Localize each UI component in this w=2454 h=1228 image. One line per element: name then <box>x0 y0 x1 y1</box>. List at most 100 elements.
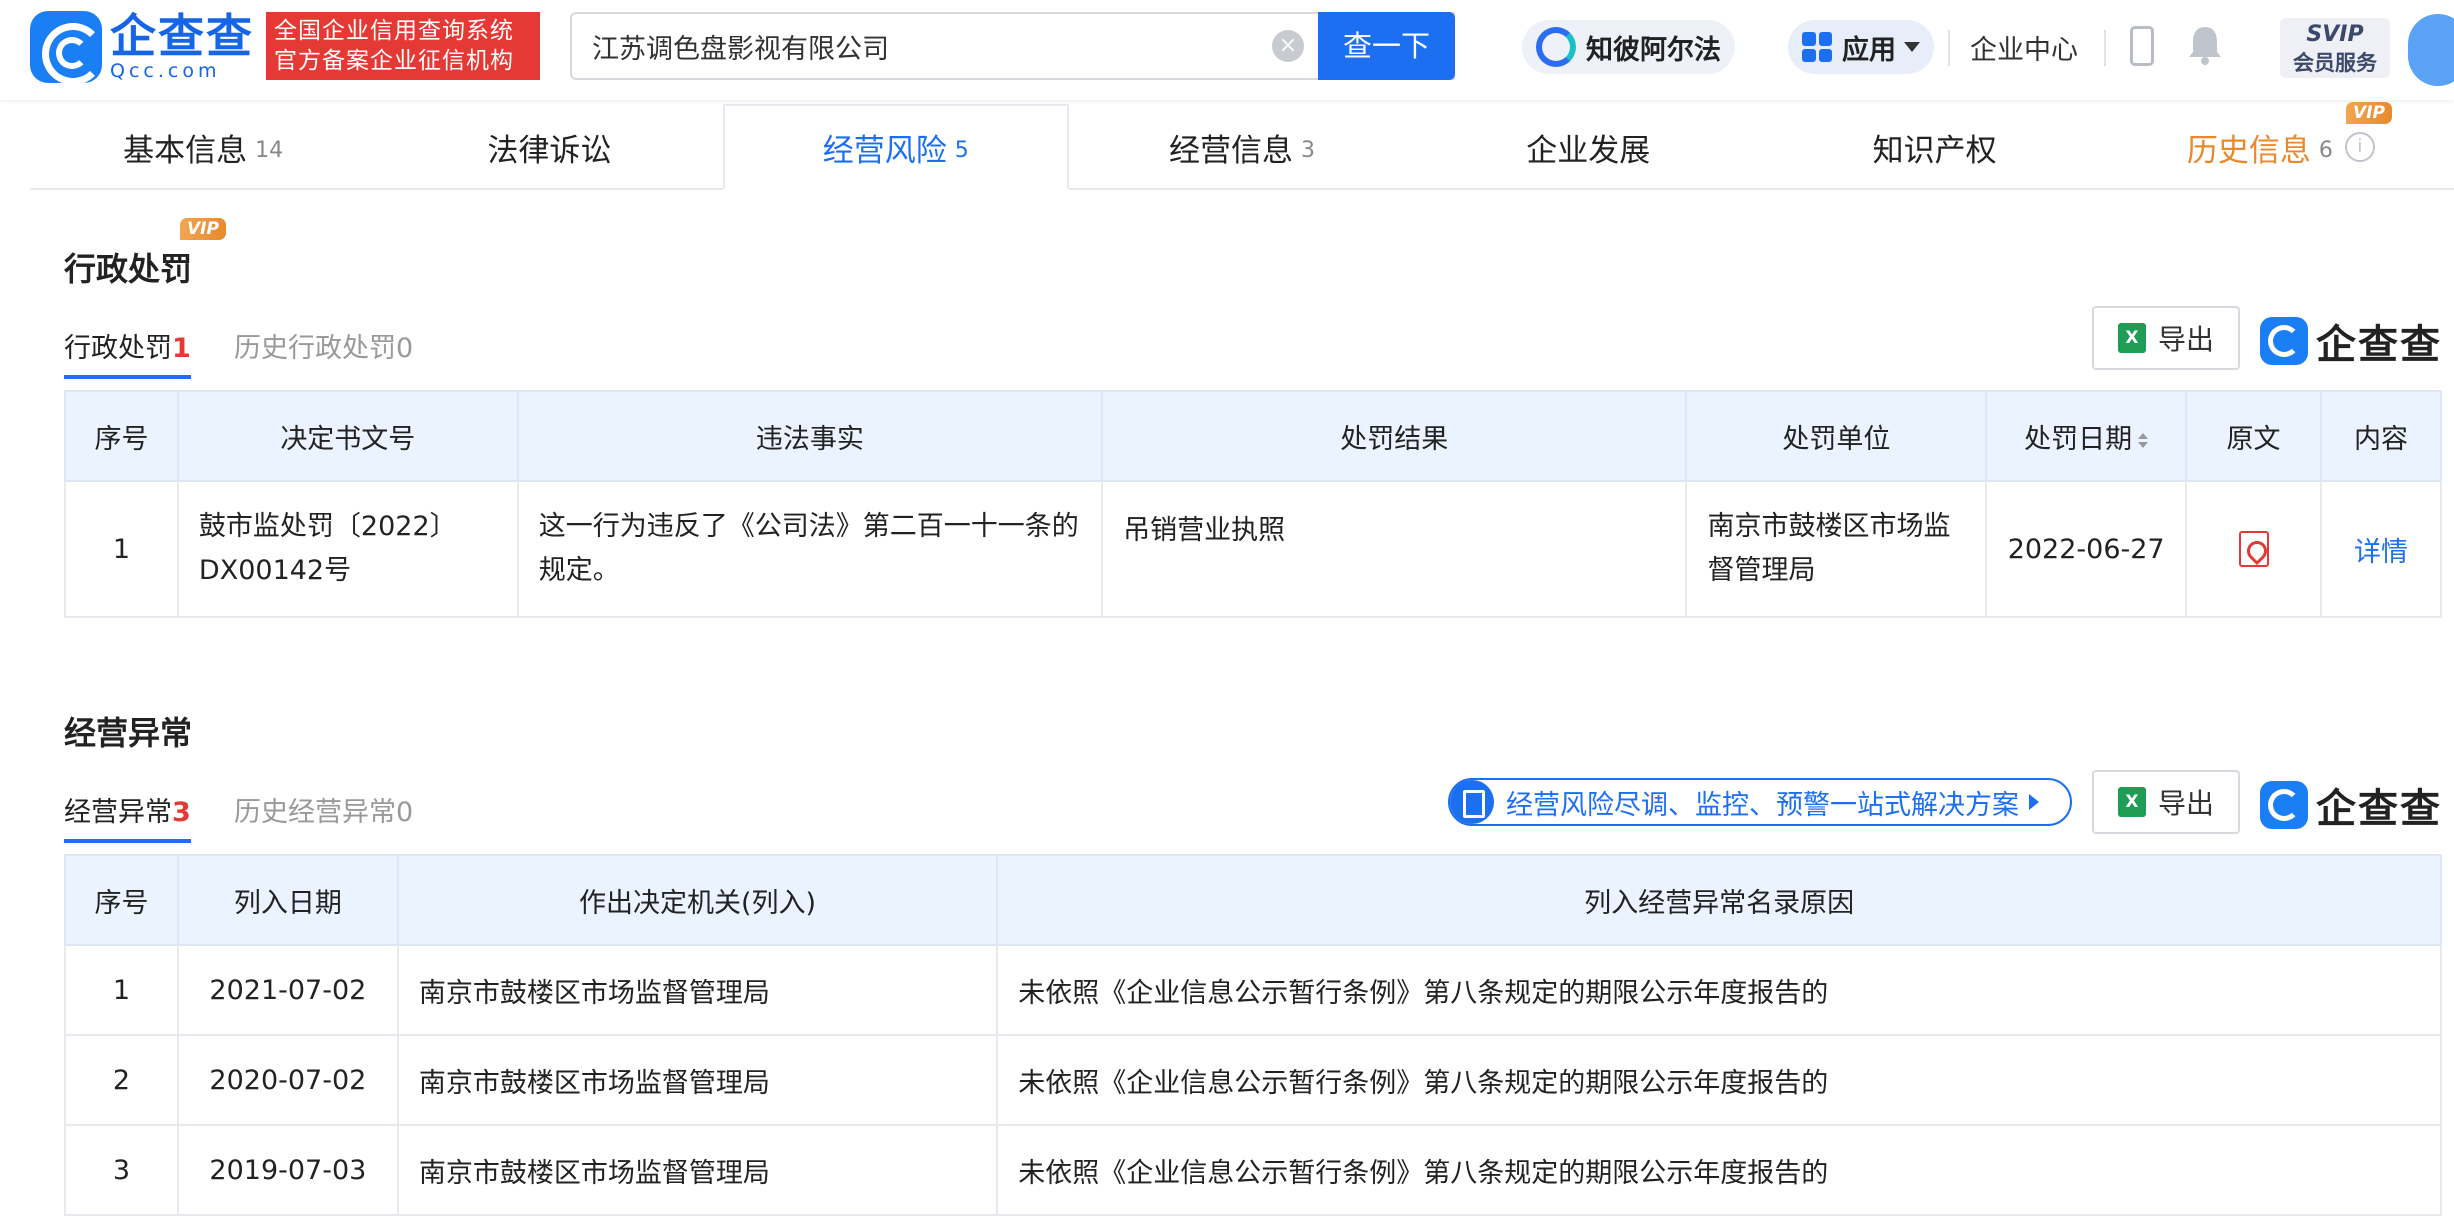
qcc-logo[interactable]: 企查查 Qcc.com <box>30 11 254 85</box>
pdf-icon[interactable] <box>2238 531 2269 567</box>
subtab-label: 行政处罚 <box>64 333 172 364</box>
header-divider <box>2104 30 2106 66</box>
tagline-line-1: 全国企业信用查询系统 <box>274 18 514 44</box>
deciding-authority: 南京市鼓楼区市场监督管理局 <box>396 1124 999 1216</box>
business-abnormality-table: 序号 列入日期 作出决定机关(列入) 列入经营异常名录原因 1 2021-07-… <box>64 854 2442 1216</box>
tab-count: 3 <box>1301 137 1316 163</box>
table-row: 1 2021-07-02 南京市鼓楼区市场监督管理局 未依照《企业信息公示暂行条… <box>64 944 2442 1036</box>
row-index: 3 <box>64 1124 179 1216</box>
subtab-label: 经营异常 <box>64 797 172 828</box>
mobile-phone-icon[interactable] <box>2130 26 2154 66</box>
subtab-business-abnormality[interactable]: 经营异常3 <box>64 790 191 843</box>
brand-text: 企查查 <box>2316 786 2442 832</box>
excel-icon: X <box>2117 787 2146 817</box>
svip-membership-button[interactable]: SVIP 会员服务 <box>2280 18 2390 78</box>
apps-label: 应用 <box>1842 34 1896 66</box>
subtab-history-admin-penalty[interactable]: 历史行政处罚0 <box>234 326 413 375</box>
search-input[interactable] <box>592 14 1292 78</box>
logo-cn-text: 企查查 <box>110 9 254 63</box>
user-avatar[interactable] <box>2408 14 2454 86</box>
tab-business-risk[interactable]: 经营风险 5 <box>722 104 1069 190</box>
table-row: 3 2019-07-03 南京市鼓楼区市场监督管理局 未依照《企业信息公示暂行条… <box>64 1124 2442 1216</box>
tab-business-info[interactable]: 经营信息 3 <box>1069 104 1415 190</box>
detail-link[interactable]: 详情 <box>2320 480 2442 618</box>
enterprise-center-link[interactable]: 企业中心 <box>1970 28 2078 67</box>
listing-reason: 未依照《企业信息公示暂行条例》第八条规定的期限公示年度报告的 <box>996 1034 2442 1126</box>
tab-label: 基本信息 <box>123 132 248 169</box>
business-abnormality-title: 经营异常 <box>64 714 193 752</box>
notification-bell-icon[interactable] <box>2187 24 2223 66</box>
header-divider <box>1948 30 1950 66</box>
admin-penalty-table: 序号 决定书文号 违法事实 处罚结果 处罚单位 处罚日期 原文 内容 1 鼓市监… <box>64 390 2442 618</box>
clear-search-icon[interactable]: × <box>1272 30 1304 62</box>
column-header: 原文 <box>2185 390 2323 482</box>
listing-reason: 未依照《企业信息公示暂行条例》第八条规定的期限公示年度报告的 <box>996 944 2442 1036</box>
info-icon[interactable]: i <box>2344 132 2375 162</box>
tab-basic-info[interactable]: 基本信息 14 <box>30 104 376 190</box>
column-header-label: 处罚日期 <box>2024 423 2133 455</box>
tab-count: 5 <box>954 137 969 163</box>
tab-count: 6 <box>2318 137 2333 163</box>
tab-intellectual-property[interactable]: 知识产权 <box>1761 104 2107 190</box>
listing-date: 2021-07-02 <box>176 944 399 1036</box>
column-header: 处罚结果 <box>1101 390 1688 482</box>
subtab-count: 0 <box>396 797 414 828</box>
ai-logo-icon <box>1536 27 1576 67</box>
search-button[interactable]: 查一下 <box>1318 12 1455 80</box>
tab-history-info[interactable]: VIP 历史信息 6 i <box>2108 102 2454 190</box>
credit-system-tagline: 全国企业信用查询系统 官方备案企业征信机构 <box>266 12 540 80</box>
export-button[interactable]: X 导出 <box>2092 770 2240 834</box>
apps-grid-icon <box>1802 32 1832 62</box>
deciding-authority: 南京市鼓楼区市场监督管理局 <box>396 944 999 1036</box>
original-document-cell <box>2185 480 2323 618</box>
company-nav-tabs: 基本信息 14 法律诉讼 经营风险 5 经营信息 3 企业发展 知识产权 VIP 历史… <box>30 102 2454 190</box>
row-index: 1 <box>64 480 179 618</box>
column-header: 序号 <box>64 854 179 946</box>
excel-icon: X <box>2117 323 2146 353</box>
risk-solution-promo-link[interactable]: 经营风险尽调、监控、预警一站式解决方案 <box>1448 778 2072 826</box>
column-header: 列入日期 <box>176 854 399 946</box>
qcc-logo-icon <box>2260 781 2308 829</box>
table-header-row: 序号 列入日期 作出决定机关(列入) 列入经营异常名录原因 <box>64 854 2442 946</box>
column-header: 列入经营异常名录原因 <box>996 854 2442 946</box>
svip-label: SVIP <box>2306 22 2364 47</box>
vip-badge: VIP <box>2346 102 2392 124</box>
row-index: 2 <box>64 1034 179 1126</box>
sortable-column-header[interactable]: 处罚日期 <box>1985 390 2188 482</box>
column-header: 作出决定机关(列入) <box>396 854 999 946</box>
column-header: 序号 <box>64 390 179 482</box>
chevron-down-icon <box>1904 42 1920 52</box>
decision-doc-number: 鼓市监处罚〔2022〕DX00142号 <box>176 480 519 618</box>
tab-enterprise-development[interactable]: 企业发展 <box>1415 104 1761 190</box>
violation-fact: 这一行为违反了《公司法》第二百一十一条的规定。 <box>516 480 1104 618</box>
export-label: 导出 <box>2157 323 2214 356</box>
chevron-right-icon <box>2029 794 2039 810</box>
qcc-watermark-logo: 企查查 <box>2260 312 2442 370</box>
table-header-row: 序号 决定书文号 违法事实 处罚结果 处罚单位 处罚日期 原文 内容 <box>64 390 2442 482</box>
top-header: 企查查 Qcc.com 全国企业信用查询系统 官方备案企业征信机构 × 查一下 … <box>0 0 2454 100</box>
logo-en-text: Qcc.com <box>110 60 221 82</box>
column-header: 内容 <box>2320 390 2442 482</box>
promo-label: 经营风险尽调、监控、预警一站式解决方案 <box>1506 789 2019 821</box>
subtab-label: 历史行政处罚 <box>234 333 396 364</box>
tab-legal-litigation[interactable]: 法律诉讼 <box>376 104 722 190</box>
export-label: 导出 <box>2157 787 2214 820</box>
tab-label: 经营信息 <box>1169 132 1294 169</box>
sort-icon[interactable] <box>2138 433 2148 448</box>
logo-text: 企查查 Qcc.com <box>110 12 254 82</box>
membership-service-label: 会员服务 <box>2293 51 2377 75</box>
column-header: 决定书文号 <box>176 390 519 482</box>
subtab-admin-penalty[interactable]: 行政处罚1 <box>64 326 191 379</box>
listing-date: 2020-07-02 <box>176 1034 399 1126</box>
apps-menu-button[interactable]: 应用 <box>1788 20 1934 74</box>
export-button[interactable]: X 导出 <box>2092 306 2240 370</box>
brand-text: 企查查 <box>2316 322 2442 368</box>
table-row: 1 鼓市监处罚〔2022〕DX00142号 这一行为违反了《公司法》第二百一十一… <box>64 480 2442 618</box>
penalty-result: 吊销营业执照 <box>1101 480 1688 618</box>
subtab-count: 0 <box>396 333 414 364</box>
ai-assistant-button[interactable]: 知彼阿尔法 <box>1522 20 1735 74</box>
report-icon <box>1450 780 1494 824</box>
penalty-authority: 南京市鼓楼区市场监督管理局 <box>1685 480 1988 618</box>
subtab-history-abnormality[interactable]: 历史经营异常0 <box>234 790 413 839</box>
listing-date: 2019-07-03 <box>176 1124 399 1216</box>
